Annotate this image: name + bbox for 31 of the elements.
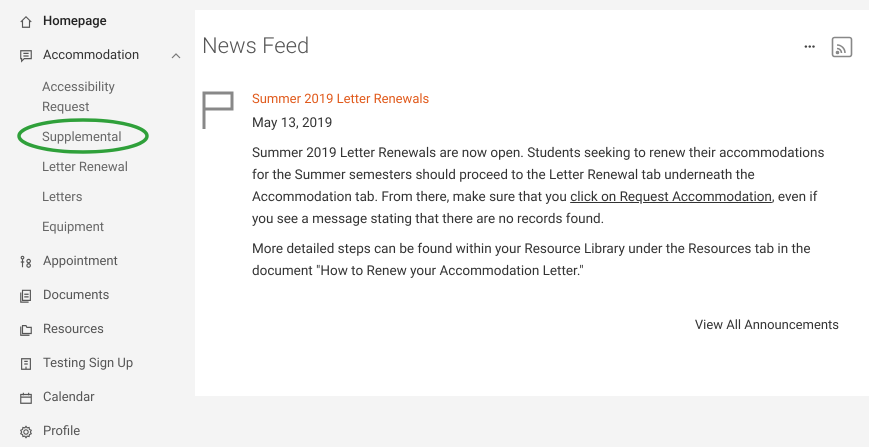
sidebar-item[interactable]: Testing Sign Up: [19, 347, 195, 381]
sidebar-subitem[interactable]: Equipment: [42, 218, 142, 238]
flag-icon: [202, 91, 234, 129]
announcement-title[interactable]: Summer 2019 Letter Renewals: [252, 89, 839, 111]
sidebar-item[interactable]: Profile: [19, 415, 195, 447]
calendar-icon: [19, 391, 33, 405]
building-icon: [19, 357, 33, 371]
document-icon: [19, 289, 33, 303]
sidebar-item[interactable]: Documents: [19, 279, 195, 313]
page-title: News Feed: [202, 33, 310, 61]
sidebar-item[interactable]: Appointment: [19, 245, 195, 279]
announcement-date: May 13, 2019: [252, 114, 334, 133]
announcement-paragraph: More detailed steps can be found within your Resource Library under the Resources tab in the document "How to Renew your Accommodation Letter.": [252, 240, 812, 281]
settings-icon: [19, 425, 33, 439]
folder-icon: [19, 323, 33, 337]
rss-icon[interactable]: [831, 36, 853, 58]
sidebar-subitem[interactable]: Letter Renewal: [42, 158, 142, 178]
announcement-paragraph: Summer 2019 Letter Renewals are now open. Students seeking to renew their accommodations for the Summer semesters should proceed to the Letter Renewal tab underneath the Accommodation tab. From there, make sure that you click on Request Accommodation, even if you see a message stating that there are no records found.: [252, 144, 826, 229]
sidebar-item[interactable]: Resources: [19, 313, 195, 347]
home-icon: [19, 15, 33, 29]
chevron-icon: [171, 53, 181, 59]
more-button[interactable]: ···: [804, 34, 815, 58]
view-all-button[interactable]: View All Announcements: [694, 316, 839, 336]
sidebar-item[interactable]: Homepage: [19, 5, 195, 39]
sidebar-item[interactable]: Accommodation: [19, 39, 195, 73]
sidebar-subitem[interactable]: Letters: [42, 188, 142, 208]
chat-icon: [19, 49, 33, 63]
people-icon: [19, 255, 33, 269]
sidebar-subitem[interactable]: Accessibility Request: [42, 78, 142, 118]
request-link[interactable]: click on Request Accommodation: [570, 189, 772, 205]
sidebar-item[interactable]: Calendar: [19, 381, 195, 415]
